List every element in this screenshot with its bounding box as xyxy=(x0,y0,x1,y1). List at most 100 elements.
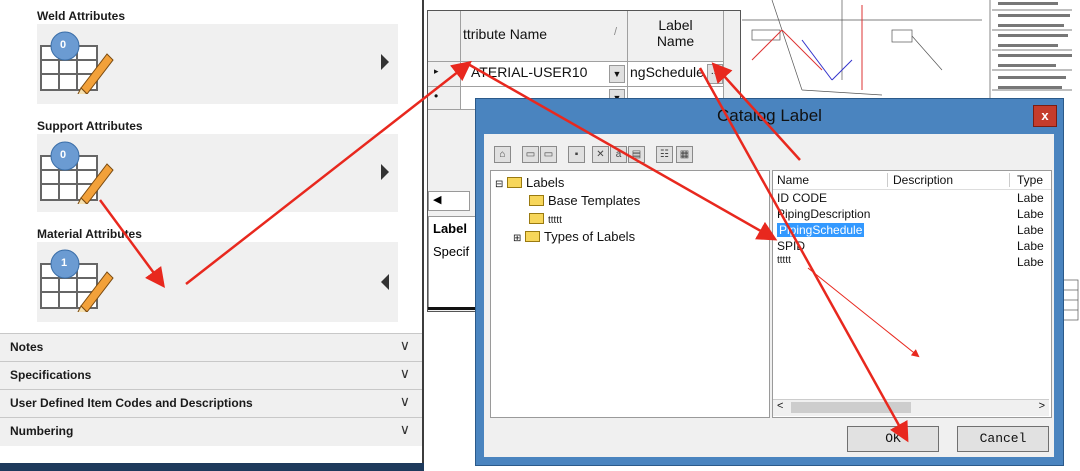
material-attributes-box[interactable]: 1 xyxy=(37,242,398,322)
open-folder-icon xyxy=(529,213,544,225)
dialog-title: Catalog Label xyxy=(717,106,822,125)
column-header-attribute-label: ttribute Name xyxy=(463,26,548,42)
dialog-body: ⌂ ▭ ▭ ▪ ✕ a ▤ ☷ ▦ ⊟ Labels Base Template… xyxy=(484,134,1054,457)
scrollbar-thumb[interactable] xyxy=(791,402,911,413)
expand-node-icon[interactable]: ⊞ xyxy=(513,233,521,244)
list-item-type: Labe xyxy=(1017,255,1044,269)
list-item[interactable]: PipingDescription xyxy=(777,207,870,221)
details-view-icon[interactable]: ▦ xyxy=(676,146,693,163)
dropdown-arrow-icon[interactable]: ▼ xyxy=(609,65,625,83)
catalog-label-dialog: Catalog Label x ⌂ ▭ ▭ ▪ ✕ a ▤ ☷ ▦ ⊟ Labe… xyxy=(475,98,1064,466)
column-header-label-line1: Label xyxy=(658,17,693,33)
tree-node-base-templates[interactable]: Base Templates xyxy=(529,193,640,208)
specifications-section[interactable]: Specifications ∨ xyxy=(0,361,422,389)
user-defined-codes-section[interactable]: User Defined Item Codes and Descriptions… xyxy=(0,389,422,417)
list-item-name: PipingSchedule xyxy=(779,223,863,237)
scroll-left-icon[interactable]: ◀ xyxy=(433,193,441,206)
delete-icon[interactable]: ✕ xyxy=(592,146,609,163)
new-row-selector[interactable]: • xyxy=(428,87,461,110)
collapse-left-icon[interactable] xyxy=(381,274,389,290)
chevron-down-icon[interactable]: ∨ xyxy=(400,365,410,382)
numbering-section[interactable]: Numbering ∨ xyxy=(0,417,422,446)
table-pencil-icon xyxy=(40,141,114,204)
ellipsis-button[interactable]: ... xyxy=(707,64,723,84)
support-count-badge: 0 xyxy=(60,149,67,161)
column-header-label-line2: Name xyxy=(656,33,695,49)
copy-label-icon[interactable]: ▭ xyxy=(540,146,557,163)
list-item[interactable]: SPID xyxy=(777,239,805,253)
close-button[interactable]: x xyxy=(1033,105,1057,127)
collapse-node-icon[interactable]: ⊟ xyxy=(495,179,503,190)
grid-corner xyxy=(428,11,461,62)
label-name-cell[interactable]: ngSchedule ... xyxy=(628,62,724,87)
chevron-down-icon[interactable]: ∨ xyxy=(400,337,410,354)
user-defined-codes-label: User Defined Item Codes and Descriptions xyxy=(10,396,253,410)
list-column-description[interactable]: Description xyxy=(893,173,1010,187)
tree-node-labels[interactable]: ⊟ Labels xyxy=(495,175,564,190)
ok-button[interactable]: OK xyxy=(847,426,939,452)
notes-section[interactable]: Notes ∨ xyxy=(0,333,422,361)
list-item-name: ID CODE xyxy=(777,191,828,205)
label-name-cell-value: ngSchedule xyxy=(630,64,704,80)
list-item-type: Labe xyxy=(1017,191,1044,205)
new-label-icon[interactable]: ▭ xyxy=(522,146,539,163)
properties-spec-text: Specif xyxy=(433,244,470,259)
paste-icon[interactable]: ▪ xyxy=(568,146,585,163)
support-attributes-title: Support Attributes xyxy=(37,119,143,133)
tree-node-labels-text: Labels xyxy=(526,175,565,190)
sort-divider-icon: / xyxy=(613,26,617,38)
column-header-attribute[interactable]: ttribute Name / xyxy=(461,11,628,62)
support-attributes-box[interactable]: 0 xyxy=(37,134,398,212)
weld-attributes-title: Weld Attributes xyxy=(37,9,126,23)
specifications-label: Specifications xyxy=(10,368,92,382)
weld-attributes-box[interactable]: 0 xyxy=(37,24,398,104)
list-item-selected[interactable]: PipingSchedule xyxy=(777,223,865,237)
list-view-icon[interactable]: ☷ xyxy=(656,146,673,163)
scroll-right-icon[interactable]: > xyxy=(1039,400,1045,412)
expand-right-icon[interactable] xyxy=(381,54,389,70)
list-item-name: ttttt xyxy=(777,255,791,266)
list-header: Name Description Type xyxy=(773,171,1051,190)
column-header-label-name[interactable]: Label Name xyxy=(628,11,724,62)
attributes-panel: Weld Attributes 0 Support Attributes 0 M… xyxy=(0,0,424,463)
tree-node-ttttt-text: ttttt xyxy=(548,215,562,226)
notes-label: Notes xyxy=(10,340,44,354)
current-row-icon: ▸ xyxy=(434,66,439,76)
tree-node-ttttt[interactable]: ttttt xyxy=(529,211,562,226)
material-attributes-title: Material Attributes xyxy=(37,227,142,241)
tree-node-types-of-labels[interactable]: ⊞ Types of Labels xyxy=(513,229,635,244)
cancel-button[interactable]: Cancel xyxy=(957,426,1049,452)
list-column-type[interactable]: Type xyxy=(1017,173,1043,187)
list-item-name: PipingDescription xyxy=(777,207,871,221)
expand-right-icon[interactable] xyxy=(381,164,389,180)
tree-node-types-of-labels-text: Types of Labels xyxy=(544,229,636,244)
new-folder-icon[interactable]: ⌂ xyxy=(494,146,511,163)
list-item-type: Labe xyxy=(1017,223,1044,237)
chevron-down-icon[interactable]: ∨ xyxy=(400,421,410,438)
list-horizontal-scrollbar[interactable]: < > xyxy=(773,399,1049,416)
horizontal-scrollbar[interactable]: ◀ xyxy=(428,191,470,211)
folder-icon xyxy=(507,177,523,189)
table-pencil-icon xyxy=(40,31,114,94)
scroll-left-icon[interactable]: < xyxy=(777,400,783,412)
list-item[interactable]: ID CODE xyxy=(777,191,827,205)
label-list: Name Description Type ID CODE Labe Pipin… xyxy=(772,170,1052,418)
folder-icon xyxy=(529,195,544,207)
numbering-label: Numbering xyxy=(10,424,74,438)
list-item[interactable]: ttttt xyxy=(777,255,791,266)
attribute-cell[interactable]: ATERIAL-USER10 ▼ xyxy=(461,62,628,87)
row-selector[interactable]: ▸ xyxy=(428,62,461,87)
list-item-name: SPID xyxy=(777,239,806,253)
list-item-type: Labe xyxy=(1017,239,1044,253)
list-column-name[interactable]: Name xyxy=(777,173,888,187)
properties-icon[interactable]: ▤ xyxy=(628,146,645,163)
table-pencil-icon xyxy=(40,249,114,312)
properties-pane: Label Specif xyxy=(428,216,480,308)
weld-count-badge: 0 xyxy=(60,39,67,51)
list-item-type: Labe xyxy=(1017,207,1044,221)
rename-icon[interactable]: a xyxy=(610,146,627,163)
attribute-cell-value: ATERIAL-USER10 xyxy=(471,64,588,80)
properties-label-heading: Label xyxy=(433,221,467,236)
label-tree: ⊟ Labels Base Templates ttttt ⊞ Types of… xyxy=(490,170,770,418)
chevron-down-icon[interactable]: ∨ xyxy=(400,393,410,410)
